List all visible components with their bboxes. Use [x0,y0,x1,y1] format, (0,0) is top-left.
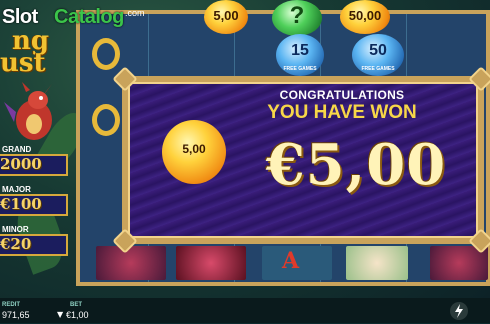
cash-orb: 5,00 [204,0,248,34]
popup-cash-orb: 5,00 [162,120,226,184]
bottom-bar: REDIT 971,65 BET ▼ €1,00 [0,298,490,323]
win-popup[interactable]: 5,00 CONGRATULATIONS YOU HAVE WON €5,00 [112,66,490,254]
bet-label: BET [70,302,82,308]
lightning-icon [455,304,463,318]
win-amount: €5,00 [265,132,447,198]
free-games-orb: 15 FREE GAMES [276,34,324,76]
a-symbol: A [262,246,332,280]
dragon-mascot-icon [4,82,52,140]
jackpot-grand: GRAND 2000 [0,145,70,176]
popup-orb-value: 5,00 [182,142,206,156]
cash-orb: 50,00 [340,0,390,34]
credit-value: 971,65 [2,310,30,320]
q-symbol [92,38,120,70]
credit-label: REDIT [2,302,20,308]
q-symbol [92,104,120,136]
jackpot-value: €100 [0,195,42,213]
watermark-suffix: .com [125,8,145,18]
jackpot-minor: MINOR €20 [0,225,70,256]
watermark-catalog: Catalog [54,6,124,28]
orb-value: ? [289,2,305,29]
jackpot-label: MINOR [2,225,29,234]
jackpot-major: MAJOR €100 [0,185,70,216]
jackpot-value: €20 [0,235,32,253]
congrats-text: CONGRATULATIONS [279,88,405,102]
free-games-number: 50 [369,42,387,59]
jackpot-label: GRAND [2,145,32,154]
free-games-caption: FREE GAMES [283,66,317,72]
game-title: ng ust [0,28,58,80]
jackpot-value: 2000 [0,155,42,173]
jackpot-label: MAJOR [2,185,31,194]
you-have-won-text: YOU HAVE WON [267,102,417,123]
mystery-orb: ? [272,0,322,36]
free-games-caption: FREE GAMES [361,66,395,72]
free-games-orb: 50 FREE GAMES [352,34,404,76]
a-letter-icon: A [282,248,300,274]
dragon-symbol [96,246,166,280]
lily-symbol [346,246,408,280]
orb-value: 5,00 [213,8,239,23]
bet-value[interactable]: €1,00 [66,310,89,320]
game-title-line2: ust [0,48,46,78]
rose-symbol [176,246,246,280]
free-games-number: 15 [291,42,309,59]
bet-chevron-icon[interactable]: ▼ [57,310,63,319]
orb-value: 50,00 [348,8,382,23]
turbo-button[interactable] [450,302,468,320]
